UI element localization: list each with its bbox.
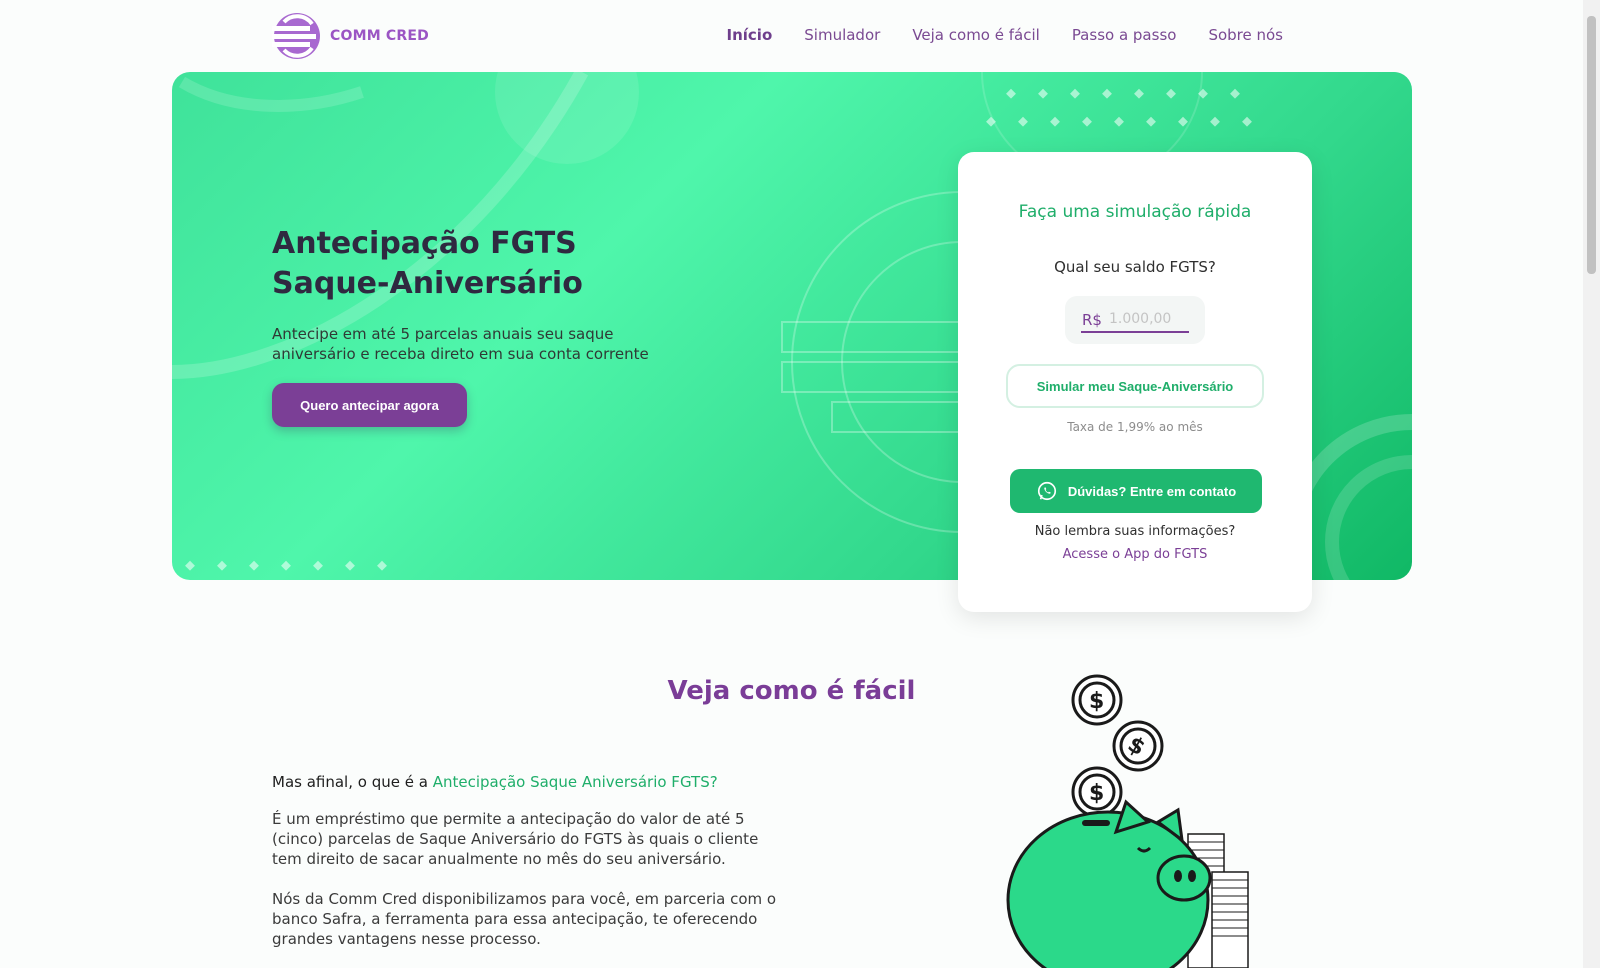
nav-item-sobre-nos[interactable]: Sobre nós [1208, 26, 1283, 44]
whatsapp-button-label: Dúvidas? Entre em contato [1067, 483, 1237, 499]
svg-text:$: $ [1089, 689, 1104, 714]
rate-text: Taxa de 1,99% ao mês [1067, 420, 1203, 434]
whatsapp-icon [1037, 481, 1056, 501]
hero-title: Antecipação FGTS Saque-Aniversário [272, 226, 583, 301]
fgts-app-link[interactable]: Acesse o App do FGTS [958, 547, 1312, 562]
saldo-question: Qual seu saldo FGTS? [1054, 258, 1216, 276]
simulator-card: Faça uma simulação rápida Qual seu saldo… [958, 152, 1312, 612]
logo-icon [272, 13, 320, 59]
antecipar-button[interactable]: Quero antecipar agora [272, 383, 467, 427]
logo-text: COMM CRED [330, 28, 429, 44]
svg-text:$: $ [1089, 781, 1104, 806]
main-nav: Início Simulador Veja como é fácil Passo… [727, 26, 1283, 44]
nav-item-inicio[interactable]: Início [727, 26, 773, 44]
saldo-input[interactable] [1109, 308, 1185, 330]
simular-button[interactable]: Simular meu Saque-Aniversário [1006, 364, 1264, 408]
question-prefix: Mas afinal, o que é a [272, 773, 433, 791]
hero-subtitle: Antecipe em até 5 parcelas anuais seu sa… [272, 325, 649, 363]
site-header: COMM CRED Início Simulador Veja como é f… [0, 0, 1583, 72]
piggy-bank-illustration: $ $ $ [1006, 674, 1249, 968]
nav-item-simulador[interactable]: Simulador [804, 26, 880, 44]
saldo-field-wrapper: R$ [1065, 296, 1205, 344]
currency-label: R$ [1082, 311, 1102, 329]
simulator-title: Faça uma simulação rápida [1018, 202, 1252, 222]
nav-item-veja-como-e-facil[interactable]: Veja como é fácil [912, 26, 1040, 44]
question-highlight: Antecipação Saque Aniversário FGTS? [432, 773, 718, 791]
section-question: Mas afinal, o que é a Antecipação Saque … [272, 773, 718, 791]
nav-item-passo-a-passo[interactable]: Passo a passo [1072, 26, 1177, 44]
help-note: Não lembra suas informações? [1034, 524, 1236, 539]
logo[interactable]: COMM CRED [272, 12, 429, 60]
section-paragraph-1: É um empréstimo que permite a antecipaçã… [272, 810, 759, 868]
scrollbar-thumb[interactable] [1587, 16, 1596, 274]
section-paragraph-2: Nós da Comm Cred disponibilizamos para v… [272, 890, 777, 948]
whatsapp-contact-button[interactable]: Dúvidas? Entre em contato [1010, 469, 1262, 513]
section-title: Veja como é fácil [667, 676, 916, 706]
page-scrollbar[interactable] [1583, 0, 1600, 968]
input-underline [1081, 331, 1189, 333]
